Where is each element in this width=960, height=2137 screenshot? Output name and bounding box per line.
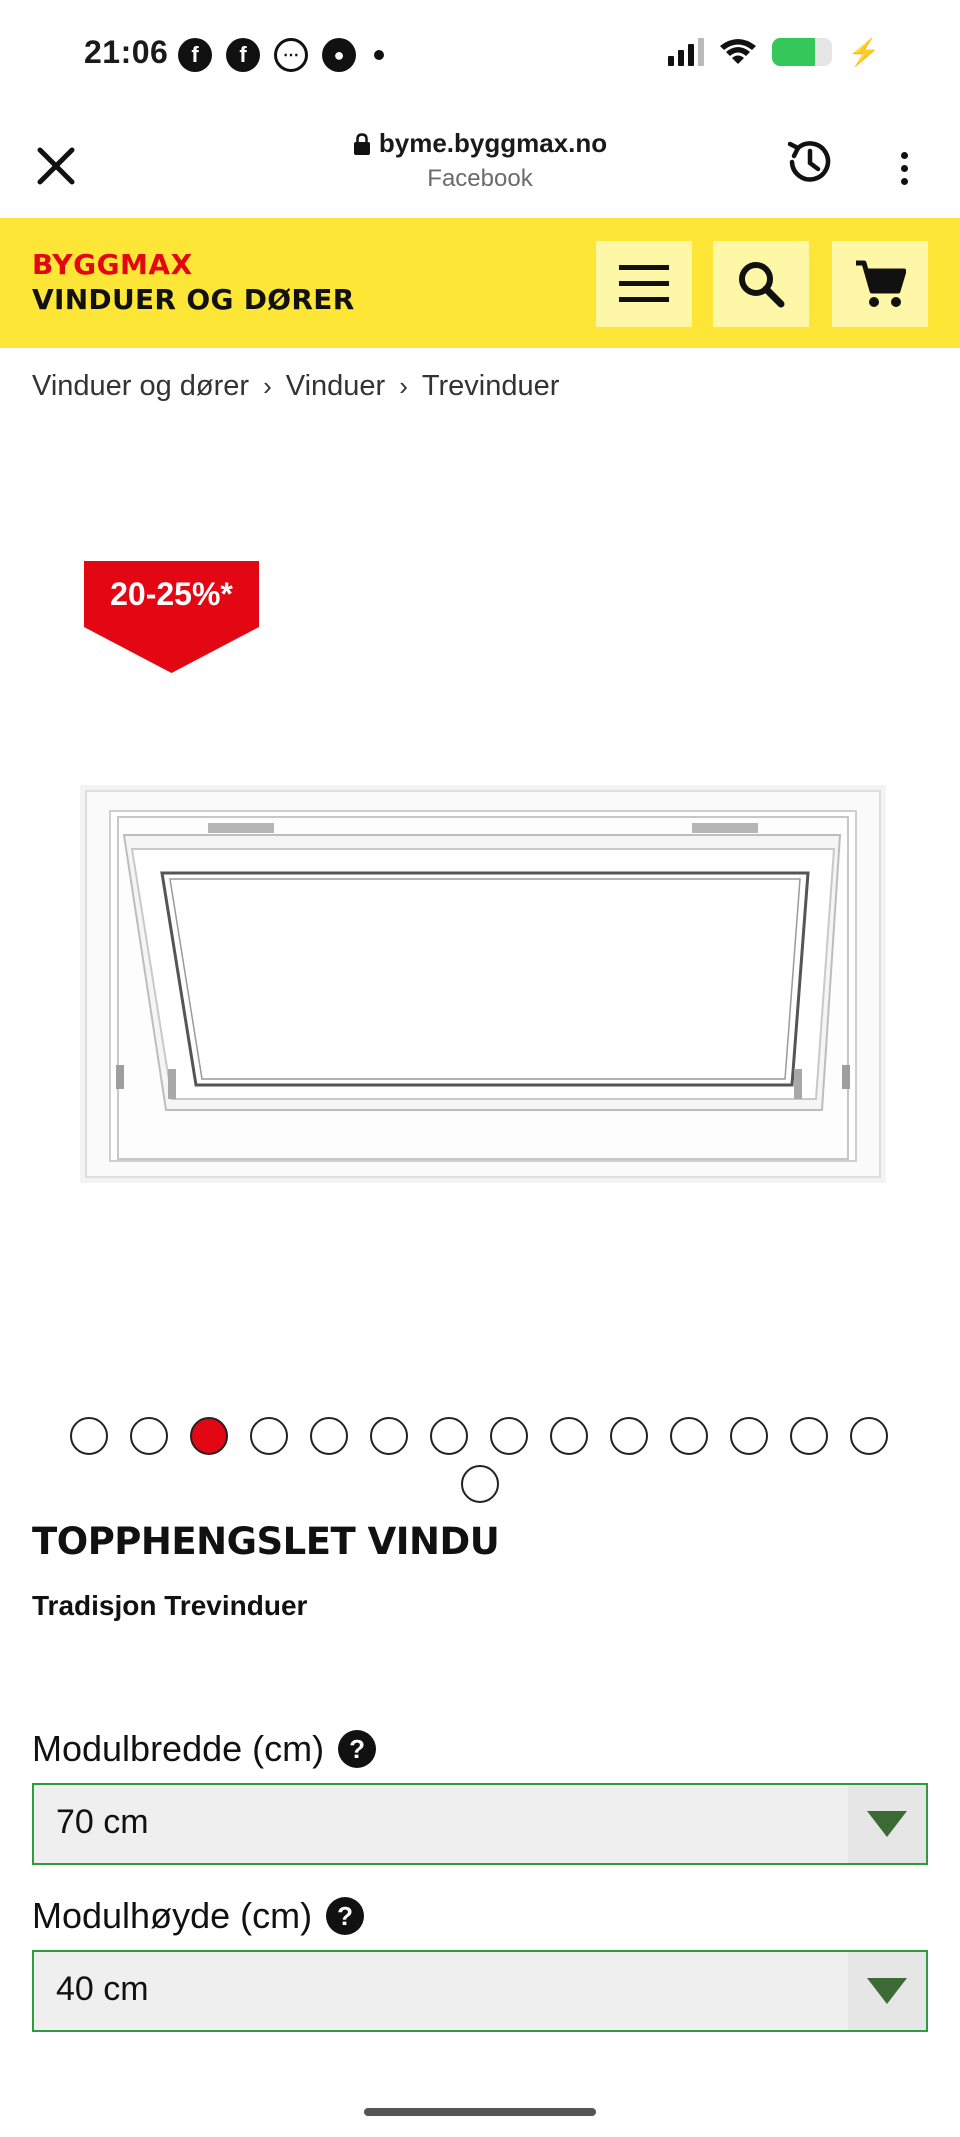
carousel-dot[interactable] [790,1417,828,1455]
help-icon[interactable]: ? [326,1897,365,1935]
dropdown-arrow-icon [848,1952,926,2030]
product-title: TOPPHENGSLET VINDU [32,1520,500,1563]
shopping-cart-icon [856,260,906,307]
battery-level [771,38,815,66]
width-label: Modulbredde (cm) ? [32,1728,377,1770]
cart-button[interactable] [832,241,928,327]
discount-text: 20-25%* [110,576,233,612]
more-icon-dot [900,164,908,172]
breadcrumb: Vinduer og dører › Vinduer › Trevinduer [32,370,559,403]
charging-icon: ⚡ [847,37,880,67]
status-bar: 21:06 f f ⋯ ● ⚡ [0,0,960,110]
breadcrumb-item[interactable]: Vinduer [286,370,385,403]
discount-badge: 20-25%* [84,561,259,673]
site-header: BYGGMAX VINDUER OG DØRER [0,218,960,348]
width-select-value: 70 cm [56,1803,149,1841]
search-button[interactable] [713,241,809,327]
more-notifications-dot [374,50,384,60]
wifi-icon [719,39,756,64]
history-button[interactable] [782,134,838,190]
height-label-text: Modulhøyde (cm) [32,1895,313,1936]
carousel-dot[interactable] [461,1465,499,1503]
carousel-dot[interactable] [370,1417,408,1455]
product-subtitle: Tradisjon Trevinduer [32,1590,308,1621]
facebook-icon: f [178,38,212,72]
carousel-dot[interactable] [610,1417,648,1455]
chevron-right-icon: › [399,371,408,401]
carousel-dot[interactable] [70,1417,108,1455]
hamburger-icon [619,265,669,302]
lock-icon [353,132,370,155]
system-status: ⚡ [667,37,880,67]
home-indicator[interactable] [364,2108,596,2116]
carousel-dot[interactable] [730,1417,768,1455]
carousel-dot[interactable] [250,1417,288,1455]
address-bar[interactable]: byme.byggmax.no Facebook [300,128,660,193]
brand-name: BYGGMAX [32,248,193,281]
history-icon [787,141,831,182]
breadcrumb-item[interactable]: Vinduer og dører [32,370,249,403]
more-options-button[interactable] [884,140,924,196]
messenger-icon: ⋯ [274,38,308,72]
brand-logo[interactable]: BYGGMAX VINDUER OG DØRER [32,248,355,316]
url-source: Facebook [427,165,533,192]
carousel-dot[interactable] [550,1417,588,1455]
dropdown-arrow-icon [848,1785,926,1863]
more-icon-dot [900,151,908,159]
chevron-right-icon: › [263,371,272,401]
carousel-dot[interactable] [430,1417,468,1455]
height-label: Modulhøyde (cm) ? [32,1895,365,1937]
browser-toolbar: byme.byggmax.no Facebook [0,110,960,218]
menu-button[interactable] [596,241,692,327]
cellular-signal-icon [667,38,704,66]
height-select[interactable]: 40 cm [32,1950,928,2032]
carousel-dot[interactable] [490,1417,528,1455]
carousel-dot[interactable] [670,1417,708,1455]
chat-icon: ● [322,38,356,72]
width-label-text: Modulbredde (cm) [32,1728,325,1769]
carousel-dot[interactable] [190,1417,228,1455]
brand-section: VINDUER OG DØRER [32,283,355,316]
carousel-dot[interactable] [850,1417,888,1455]
status-time: 21:06 [84,34,169,70]
more-icon-dot [900,177,908,185]
carousel-dot[interactable] [310,1417,348,1455]
height-select-value: 40 cm [56,1970,149,2008]
carousel-dot[interactable] [130,1417,168,1455]
search-icon [739,262,785,308]
url-text: byme.byggmax.no [378,128,608,158]
notification-icons: f f ⋯ ● [178,38,384,72]
product-image[interactable] [80,785,886,1183]
breadcrumb-item[interactable]: Trevinduer [422,370,560,403]
battery-icon [771,38,832,66]
close-button[interactable] [28,138,84,194]
help-icon[interactable]: ? [338,1730,377,1768]
facebook-icon: f [226,38,260,72]
width-select[interactable]: 70 cm [32,1783,928,1865]
close-icon [37,147,75,185]
